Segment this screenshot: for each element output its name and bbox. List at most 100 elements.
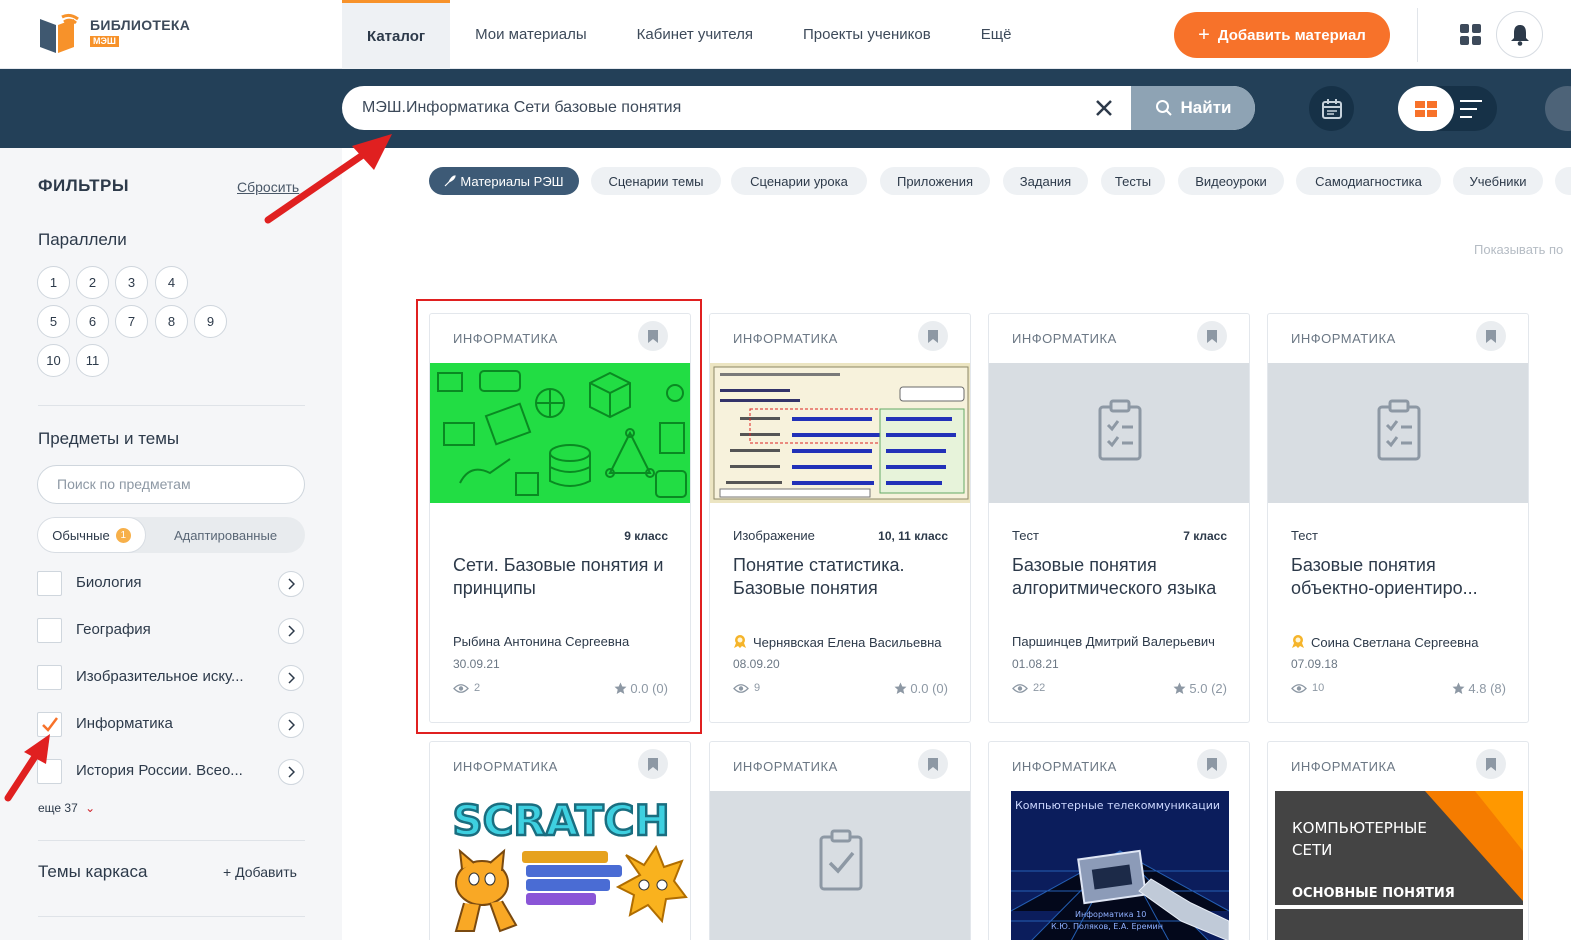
subject-checkbox[interactable] — [37, 571, 62, 596]
subject-checkbox[interactable] — [37, 665, 62, 690]
nav-more[interactable]: Ещё — [956, 0, 1037, 69]
material-card[interactable]: ИНФОРМАТИКА Тест Базовые понятия объектн… — [1267, 313, 1529, 723]
chip-applications[interactable]: Приложения — [880, 167, 990, 195]
add-frame-topic-link[interactable]: + Добавить — [223, 864, 297, 880]
subject-checkbox-checked[interactable] — [37, 712, 62, 737]
material-card[interactable]: ИНФОРМАТИКА Тест 7 класс Базовые понятия… — [988, 313, 1250, 723]
card-title[interactable]: Понятие статистика. Базовые понятия — [733, 554, 953, 600]
rating-value: 5.0 (2) — [1189, 681, 1227, 696]
chevron-right-icon — [288, 578, 295, 590]
grade-9[interactable]: 9 — [194, 305, 227, 338]
bell-icon — [1510, 24, 1529, 46]
expand-subject-button[interactable] — [278, 759, 304, 785]
sidebar-divider — [38, 405, 305, 406]
slide-title-text: КОМПЬЮТЕРНЫЕ — [1292, 819, 1427, 837]
top-bar: БИБЛИОТЕКА МЭШ Каталог Мои материалы Каб… — [0, 0, 1571, 69]
subjects-heading: Предметы и темы — [38, 429, 180, 448]
clipboard-list-icon — [1098, 399, 1142, 461]
subject-label[interactable]: Биология — [76, 574, 141, 591]
author-name: Соина Светлана Сергеевна — [1311, 635, 1479, 650]
chevron-right-icon — [288, 625, 295, 637]
expand-subject-button[interactable] — [278, 618, 304, 644]
add-material-button[interactable]: + Добавить материал — [1174, 12, 1390, 58]
chip-topic-scenarios[interactable]: Сценарии темы — [591, 167, 721, 195]
grade-5[interactable]: 5 — [37, 305, 70, 338]
grade-8[interactable]: 8 — [155, 305, 188, 338]
search-icon — [1155, 100, 1172, 116]
material-card[interactable]: ИНФОРМАТИКА SCRATCH — [429, 741, 691, 940]
bookmark-button[interactable] — [918, 321, 948, 351]
grade-1[interactable]: 1 — [37, 266, 70, 299]
card-thumbnail: КОМПЬЮТЕРНЫЕ СЕТИ ОСНОВНЫЕ ПОНЯТИЯ — [1275, 791, 1523, 940]
expand-subject-button[interactable] — [278, 571, 304, 597]
subject-checkbox[interactable] — [37, 759, 62, 784]
plus-icon: + — [1198, 23, 1210, 46]
chip-self-diagnostics[interactable]: Самодиагностика — [1296, 167, 1441, 195]
bookmark-button[interactable] — [1476, 321, 1506, 351]
regular-subjects-tab[interactable]: Обычные 1 — [37, 517, 146, 553]
apps-grid-icon[interactable] — [1460, 24, 1482, 46]
card-author[interactable]: Чернявская Елена Васильевна — [733, 634, 942, 650]
bookmark-button[interactable] — [1197, 749, 1227, 779]
card-rating: 0.0 (0) — [894, 681, 948, 696]
calendar-button[interactable] — [1309, 86, 1354, 131]
material-card[interactable]: ИНФОРМАТИКА Компьютерные телекоммуникаци… — [988, 741, 1250, 940]
clipboard-check-icon — [819, 829, 863, 891]
card-rating: 5.0 (2) — [1173, 681, 1227, 696]
bookmark-button[interactable] — [638, 749, 668, 779]
bookmark-button[interactable] — [918, 749, 948, 779]
list-view-icon[interactable] — [1460, 100, 1482, 118]
grid-view-button[interactable] — [1398, 86, 1454, 131]
chip-tests[interactable]: Тесты — [1101, 167, 1165, 195]
bookmark-button[interactable] — [1197, 321, 1227, 351]
material-card[interactable]: ИНФОРМАТИКА Изображение 10, 11 класс Пон… — [709, 313, 971, 723]
chip-tasks[interactable]: Задания — [1003, 167, 1088, 195]
profile-button[interactable] — [1545, 86, 1571, 131]
grade-6[interactable]: 6 — [76, 305, 109, 338]
clear-search-icon[interactable] — [1094, 98, 1114, 118]
card-views: 9 — [733, 682, 760, 694]
expand-subject-button[interactable] — [278, 665, 304, 691]
bookmark-button[interactable] — [1476, 749, 1506, 779]
nav-teacher-cabinet[interactable]: Кабинет учителя — [612, 0, 778, 69]
views-count: 9 — [754, 682, 761, 694]
subject-checkbox[interactable] — [37, 618, 62, 643]
subject-label[interactable]: Информатика — [76, 715, 173, 732]
card-title[interactable]: Базовые понятия алгоритмического языка — [1012, 554, 1232, 600]
nav-catalog[interactable]: Каталог — [342, 0, 451, 69]
notifications-button[interactable] — [1496, 11, 1543, 58]
nav-student-projects[interactable]: Проекты учеников — [778, 0, 956, 69]
show-more-subjects[interactable]: еще 37 ⌄ — [38, 801, 95, 815]
chip-textbooks[interactable]: Учебники — [1453, 167, 1543, 195]
chip-overflow[interactable] — [1555, 167, 1571, 195]
search-input[interactable]: МЭШ.Информатика Сети базовые понятия — [362, 86, 681, 130]
grade-7[interactable]: 7 — [115, 305, 148, 338]
chip-video-lessons[interactable]: Видеоуроки — [1178, 167, 1284, 195]
chip-lesson-scenarios[interactable]: Сценарии урока — [731, 167, 867, 195]
card-author[interactable]: Соина Светлана Сергеевна — [1291, 634, 1478, 650]
library-logo[interactable]: БИБЛИОТЕКА МЭШ — [36, 11, 190, 55]
subject-label[interactable]: Изобразительное иску... — [76, 668, 244, 685]
expand-subject-button[interactable] — [278, 712, 304, 738]
chevron-right-icon — [288, 719, 295, 731]
nav-my-materials[interactable]: Мои материалы — [450, 0, 612, 69]
subject-label[interactable]: История России. Всео... — [76, 762, 243, 779]
chip-resh-materials[interactable]: Материалы РЭШ — [429, 167, 579, 195]
subject-search-input[interactable]: Поиск по предметам — [37, 465, 305, 504]
card-title[interactable]: Базовые понятия объектно-ориентиро... — [1291, 554, 1511, 600]
svg-text:СЕТИ: СЕТИ — [1292, 841, 1332, 859]
subject-label[interactable]: География — [76, 621, 151, 638]
material-card[interactable]: ИНФОРМАТИКА КОМПЬЮТЕРНЫЕ СЕТИ ОСНОВНЫЕ П… — [1267, 741, 1529, 940]
grade-3[interactable]: 3 — [115, 266, 148, 299]
card-author[interactable]: Паршинцев Дмитрий Валерьевич — [1012, 634, 1215, 649]
grade-2[interactable]: 2 — [76, 266, 109, 299]
grade-11[interactable]: 11 — [76, 344, 109, 377]
material-card[interactable]: ИНФОРМАТИКА — [709, 741, 971, 940]
grade-4[interactable]: 4 — [155, 266, 188, 299]
grade-10[interactable]: 10 — [37, 344, 70, 377]
search-button[interactable]: Найти — [1131, 86, 1255, 130]
reset-filters-link[interactable]: Сбросить — [237, 179, 299, 195]
svg-text:Информатика 10: Информатика 10 — [1075, 910, 1146, 919]
clipboard-list-icon — [1377, 399, 1421, 461]
adapted-subjects-tab[interactable]: Адаптированные — [146, 517, 305, 553]
